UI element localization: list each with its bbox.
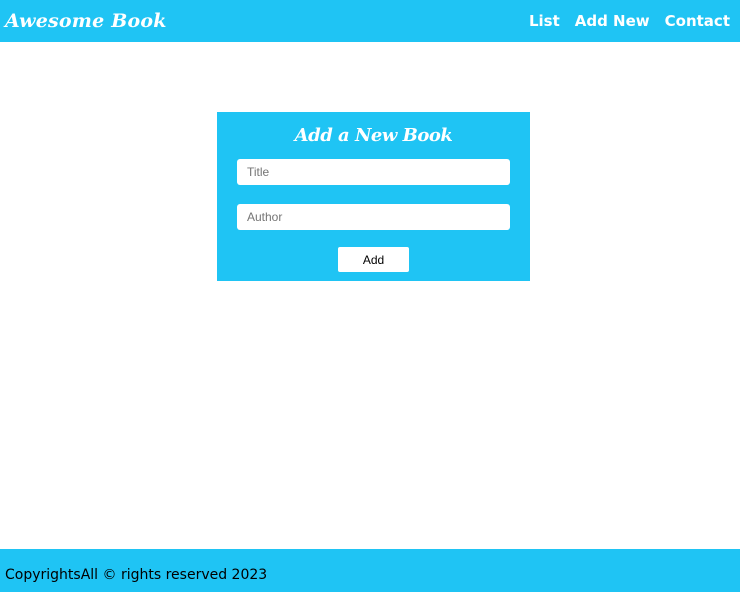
nav-link-list[interactable]: List [529, 12, 560, 30]
top-navbar: Awesome Book List Add New Contact [0, 0, 740, 42]
nav-link-contact[interactable]: Contact [665, 12, 730, 30]
nav-link-add-new[interactable]: Add New [575, 12, 650, 30]
add-book-form: Add a New Book Add [217, 112, 530, 281]
nav-links: List Add New Contact [514, 12, 740, 30]
brand-logo: Awesome Book [5, 10, 167, 32]
author-input[interactable] [237, 204, 510, 230]
add-button[interactable]: Add [338, 247, 409, 272]
footer: CopyrightsAll © rights reserved 2023 [0, 549, 740, 592]
title-input[interactable] [237, 159, 510, 185]
footer-copyright: CopyrightsAll © rights reserved 2023 [5, 566, 268, 583]
form-title: Add a New Book [294, 125, 453, 146]
page: Awesome Book List Add New Contact Add a … [0, 0, 740, 592]
